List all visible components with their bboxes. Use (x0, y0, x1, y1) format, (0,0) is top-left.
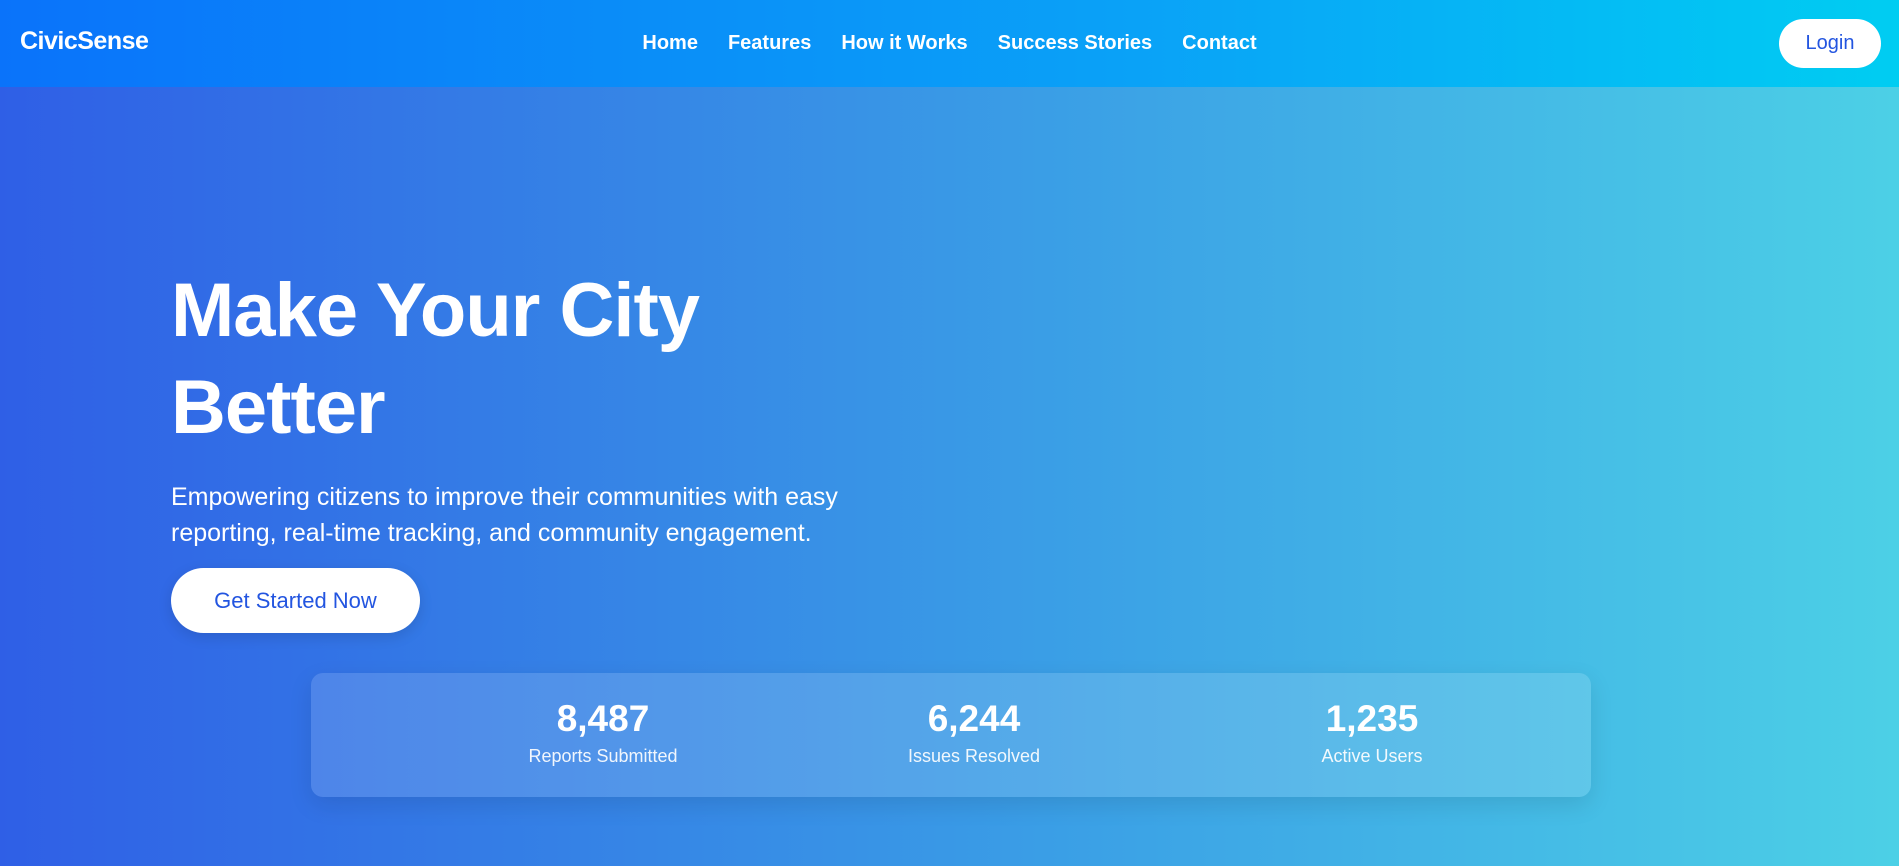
stat-issues-resolved: 6,244 Issues Resolved (844, 698, 1104, 767)
nav-link-features[interactable]: Features (728, 32, 811, 55)
top-navbar: CivicSense Home Features How it Works Su… (0, 0, 1899, 87)
stat-label: Reports Submitted (528, 745, 678, 766)
stats-panel: 8,487 Reports Submitted 6,244 Issues Res… (311, 673, 1591, 797)
stat-reports-submitted: 8,487 Reports Submitted (473, 698, 733, 767)
hero-title: Make Your City Better (171, 268, 700, 451)
hero-subtitle: Empowering citizens to improve their com… (171, 482, 838, 547)
get-started-button[interactable]: Get Started Now (171, 568, 420, 633)
login-button[interactable]: Login (1779, 19, 1881, 68)
stat-label: Issues Resolved (907, 745, 1041, 766)
nav-link-contact[interactable]: Contact (1182, 32, 1256, 55)
nav-links: Home Features How it Works Success Stori… (0, 0, 1899, 87)
stat-label: Active Users (1321, 745, 1423, 766)
nav-link-how-it-works[interactable]: How it Works (841, 32, 967, 55)
stat-active-users: 1,235 Active Users (1242, 698, 1502, 767)
stat-value: 8,487 (556, 698, 650, 739)
hero-section: Make Your City Better Empowering citizen… (171, 262, 931, 551)
stat-value: 1,235 (1325, 698, 1419, 739)
stat-value: 6,244 (927, 698, 1021, 739)
nav-link-success-stories[interactable]: Success Stories (998, 32, 1153, 55)
nav-link-home[interactable]: Home (642, 32, 698, 55)
